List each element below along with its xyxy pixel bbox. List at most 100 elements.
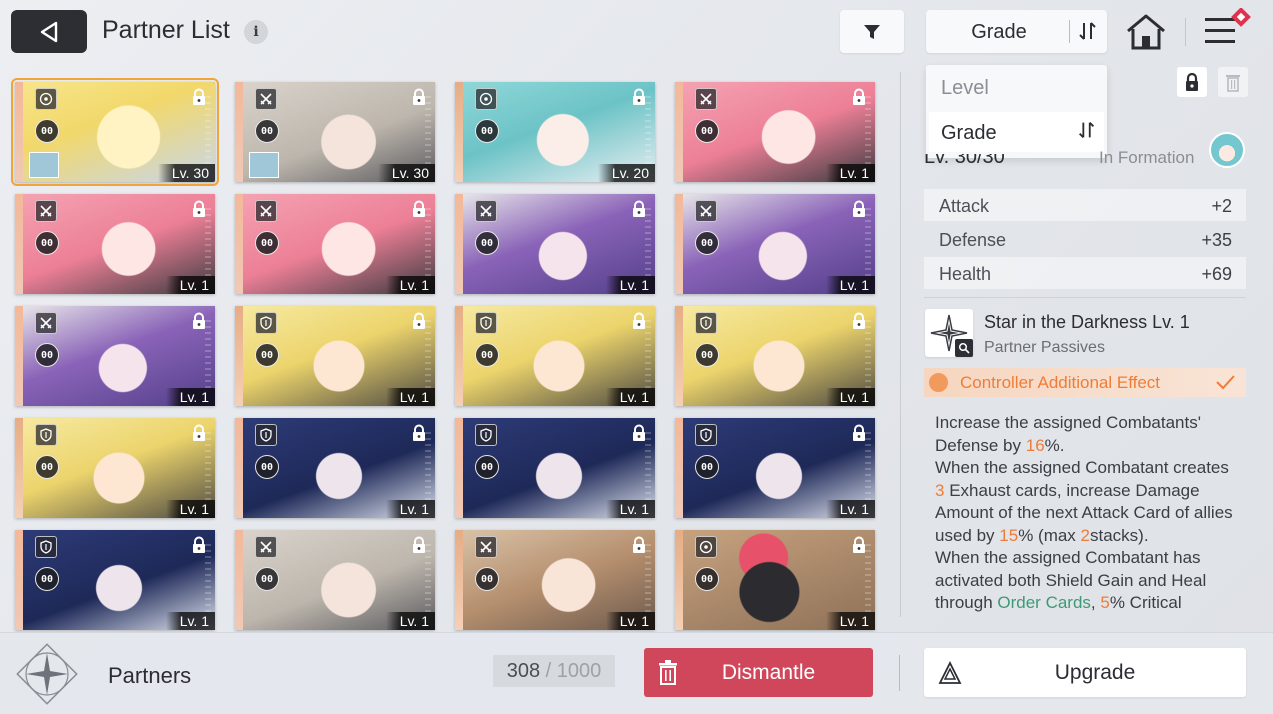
lock-toggle-button[interactable]: [1177, 67, 1207, 97]
rarity-stripe: [15, 418, 23, 518]
partner-card[interactable]: 00 Lv. 1: [235, 306, 435, 406]
menu-icon[interactable]: [1203, 8, 1255, 50]
partner-card[interactable]: 00 Lv. 1: [235, 418, 435, 518]
partner-level: Lv. 1: [165, 276, 215, 294]
rarity-stripe: [15, 306, 23, 406]
partner-level: Lv. 1: [605, 388, 655, 406]
partner-count-separator: /: [540, 660, 557, 682]
description-text: ,: [1090, 593, 1101, 612]
rarity-stripe: [235, 194, 243, 294]
sort-button[interactable]: Grade: [926, 10, 1107, 53]
lock-icon[interactable]: [851, 312, 867, 330]
lock-icon[interactable]: [411, 536, 427, 554]
partner-card[interactable]: 00 Lv. 1: [675, 306, 875, 406]
swords-icon: [475, 200, 497, 222]
partner-badge: 00: [695, 343, 719, 367]
lock-icon[interactable]: [631, 424, 647, 442]
partner-card[interactable]: 00 Lv. 1: [675, 82, 875, 182]
partner-card[interactable]: 00 Lv. 1: [455, 194, 655, 294]
lock-icon[interactable]: [851, 536, 867, 554]
lock-icon[interactable]: [631, 536, 647, 554]
back-arrow-icon: [40, 21, 58, 42]
dismantle-toggle-button[interactable]: [1218, 67, 1248, 97]
partner-badge: 00: [255, 343, 279, 367]
partner-card[interactable]: 00 Lv. 30: [11, 78, 219, 186]
partner-card[interactable]: 00 Lv. 1: [15, 306, 215, 406]
sort-option-level[interactable]: Level: [941, 77, 989, 100]
stat-value: +2: [1211, 196, 1232, 216]
lock-icon[interactable]: [851, 200, 867, 218]
info-icon[interactable]: i: [244, 20, 268, 44]
sort-order-icon[interactable]: [1076, 119, 1098, 141]
partner-level: Lv. 30: [377, 164, 435, 182]
panel-divider: [900, 72, 901, 617]
partner-card[interactable]: 00 Lv. 30: [235, 82, 435, 182]
partner-card[interactable]: 00 Lv. 1: [455, 530, 655, 630]
rarity-stripe: [455, 82, 463, 182]
passive-description: Increase the assigned Combatants' Defens…: [935, 412, 1240, 630]
lock-icon[interactable]: [411, 424, 427, 442]
description-text: 16: [1025, 435, 1045, 455]
partner-card[interactable]: 00 Lv. 20: [455, 82, 655, 182]
partner-badge: 00: [255, 455, 279, 479]
partner-card[interactable]: 00 Lv. 1: [455, 306, 655, 406]
partner-level: Lv. 1: [385, 612, 435, 630]
back-button[interactable]: [11, 10, 87, 53]
partner-card[interactable]: 00 Lv. 1: [455, 418, 655, 518]
lock-icon[interactable]: [631, 88, 647, 106]
card-side-marks: [865, 544, 871, 614]
lock-icon[interactable]: [191, 312, 207, 330]
lock-icon[interactable]: [631, 200, 647, 218]
filter-button[interactable]: [840, 10, 904, 53]
assigned-combatant-avatar: [249, 152, 279, 178]
lock-icon[interactable]: [191, 200, 207, 218]
partner-badge: 00: [475, 231, 499, 255]
sort-option-grade[interactable]: Grade: [941, 122, 997, 145]
lock-icon[interactable]: [851, 424, 867, 442]
partner-card[interactable]: 00 Lv. 1: [675, 418, 875, 518]
lock-icon[interactable]: [191, 424, 207, 442]
target-icon: [695, 536, 717, 558]
compass-star-icon: [16, 643, 78, 705]
footer-bar: Partners 308 / 1000 Dismantle Upgrade: [0, 632, 1273, 714]
partner-card[interactable]: 00 Lv. 1: [235, 194, 435, 294]
sort-divider: [1069, 20, 1070, 43]
lock-icon[interactable]: [191, 536, 207, 554]
partner-badge: 00: [695, 119, 719, 143]
rarity-stripe: [235, 530, 243, 630]
controller-effect-bar[interactable]: Controller Additional Effect: [924, 368, 1246, 397]
partner-level: Lv. 1: [825, 612, 875, 630]
partner-badge: 00: [255, 567, 279, 591]
swords-icon: [695, 88, 717, 110]
rarity-stripe: [675, 194, 683, 294]
dismantle-button[interactable]: Dismantle: [644, 648, 873, 697]
footer-section-label: Partners: [108, 663, 192, 688]
lock-icon[interactable]: [851, 88, 867, 106]
rarity-stripe: [675, 82, 683, 182]
rarity-stripe: [235, 306, 243, 406]
lock-icon[interactable]: [191, 88, 207, 106]
card-side-marks: [645, 544, 651, 614]
upgrade-button[interactable]: Upgrade: [924, 648, 1246, 697]
partner-card[interactable]: 00 Lv. 1: [235, 530, 435, 630]
lock-icon[interactable]: [411, 200, 427, 218]
formation-avatar[interactable]: [1209, 132, 1245, 168]
partner-card[interactable]: 00 Lv. 1: [15, 418, 215, 518]
card-side-marks: [645, 432, 651, 502]
passive-skill-icon[interactable]: [925, 309, 973, 357]
card-side-marks: [645, 208, 651, 278]
lock-icon[interactable]: [411, 312, 427, 330]
partner-level: Lv. 1: [605, 276, 655, 294]
partner-card[interactable]: 00 Lv. 1: [15, 530, 215, 630]
lock-icon[interactable]: [631, 312, 647, 330]
shield-icon: [695, 312, 717, 334]
card-side-marks: [205, 432, 211, 502]
partner-card[interactable]: 00 Lv. 1: [675, 194, 875, 294]
partner-card[interactable]: 00 Lv. 1: [15, 194, 215, 294]
sort-order-icon[interactable]: [1076, 19, 1100, 43]
home-icon[interactable]: [1124, 12, 1168, 52]
stat-value: +69: [1201, 264, 1232, 284]
partner-card[interactable]: 00 Lv. 1: [675, 530, 875, 630]
lock-icon[interactable]: [411, 88, 427, 106]
partner-level: Lv. 1: [825, 276, 875, 294]
